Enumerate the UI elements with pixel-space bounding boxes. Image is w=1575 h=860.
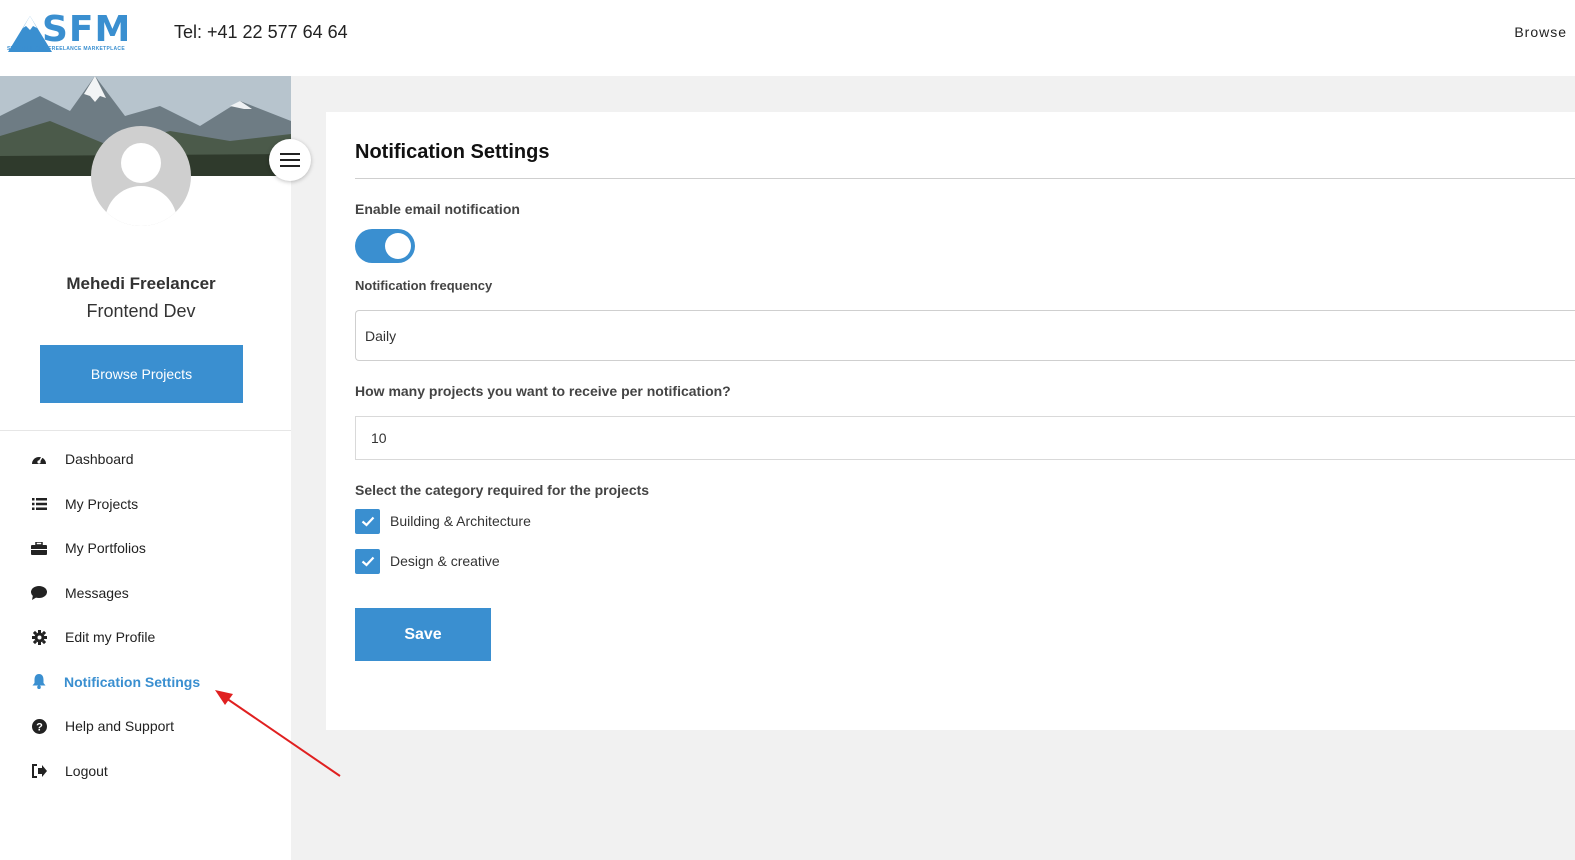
sidebar-item-messages[interactable]: Messages xyxy=(0,571,291,616)
browse-projects-button[interactable]: Browse Projects xyxy=(40,345,243,403)
svg-text:?: ? xyxy=(36,721,43,733)
category-option-building[interactable]: Building & Architecture xyxy=(355,508,531,534)
browse-nav-link[interactable]: Browse xyxy=(1514,24,1567,40)
sidebar-item-label: My Projects xyxy=(65,495,139,512)
top-header: SFM SWITZERLAND FREELANCE MARKETPLACE Te… xyxy=(0,0,1575,76)
logout-icon xyxy=(31,763,47,779)
profile-role: Frontend Dev xyxy=(86,301,196,321)
gear-icon xyxy=(31,629,47,645)
sidebar-divider xyxy=(0,430,291,431)
email-notification-label: Enable email notification xyxy=(355,201,520,217)
sidebar-item-label: Help and Support xyxy=(65,718,174,735)
sidebar-item-label: Messages xyxy=(65,584,129,601)
checkbox-label: Building & Architecture xyxy=(390,513,531,529)
checkmark-icon xyxy=(361,516,374,527)
profile-name: Mehedi Freelancer xyxy=(66,274,216,293)
sidebar-item-label: Edit my Profile xyxy=(65,629,156,646)
checkmark-icon xyxy=(361,556,374,567)
frequency-label: Notification frequency xyxy=(355,278,493,293)
bell-icon xyxy=(31,674,47,690)
save-button[interactable]: Save xyxy=(355,608,491,661)
logo-tagline: SWITZERLAND FREELANCE MARKETPLACE xyxy=(7,46,125,52)
sidebar-item-label: My Portfolios xyxy=(65,540,146,557)
sidebar-item-label: Logout xyxy=(65,762,108,779)
category-label: Select the category required for the pro… xyxy=(355,482,650,498)
sidebar-item-label: Notification Settings xyxy=(64,673,201,690)
avatar xyxy=(91,126,191,226)
category-option-design[interactable]: Design & creative xyxy=(355,548,500,574)
sfm-logo[interactable]: SFM SWITZERLAND FREELANCE MARKETPLACE xyxy=(6,10,130,56)
frequency-select[interactable]: Daily xyxy=(355,310,1575,361)
sidebar-item-my-projects[interactable]: My Projects xyxy=(0,482,291,527)
notification-settings-card: Notification Settings Enable email notif… xyxy=(326,112,1575,730)
frequency-selected-value: Daily xyxy=(365,327,397,344)
title-divider xyxy=(355,178,1575,179)
sidebar-item-edit-profile[interactable]: Edit my Profile xyxy=(0,615,291,660)
projects-count-label: How many projects you want to receive pe… xyxy=(355,383,731,399)
projects-count-value: 10 xyxy=(371,430,387,446)
projects-count-input[interactable]: 10 xyxy=(355,416,1575,460)
phone-number: Tel: +41 22 577 64 64 xyxy=(174,22,348,42)
email-notification-toggle[interactable] xyxy=(355,229,415,263)
briefcase-icon xyxy=(31,540,47,556)
toggle-knob xyxy=(385,233,411,259)
hamburger-menu-icon[interactable] xyxy=(269,139,311,181)
sidebar-item-label: Dashboard xyxy=(65,451,134,468)
chat-bubble-icon xyxy=(31,585,47,601)
dashboard-icon xyxy=(31,451,47,467)
checkbox-checked[interactable] xyxy=(355,548,380,574)
question-circle-icon: ? xyxy=(31,718,47,734)
sidebar-item-dashboard[interactable]: Dashboard xyxy=(0,437,291,482)
checkbox-label: Design & creative xyxy=(390,553,500,569)
checkbox-checked[interactable] xyxy=(355,508,380,534)
logo-text: SFM xyxy=(42,9,132,50)
annotation-arrow xyxy=(215,690,341,777)
sidebar-item-my-portfolios[interactable]: My Portfolios xyxy=(0,526,291,571)
page-title: Notification Settings xyxy=(355,141,550,163)
list-icon xyxy=(31,496,47,512)
